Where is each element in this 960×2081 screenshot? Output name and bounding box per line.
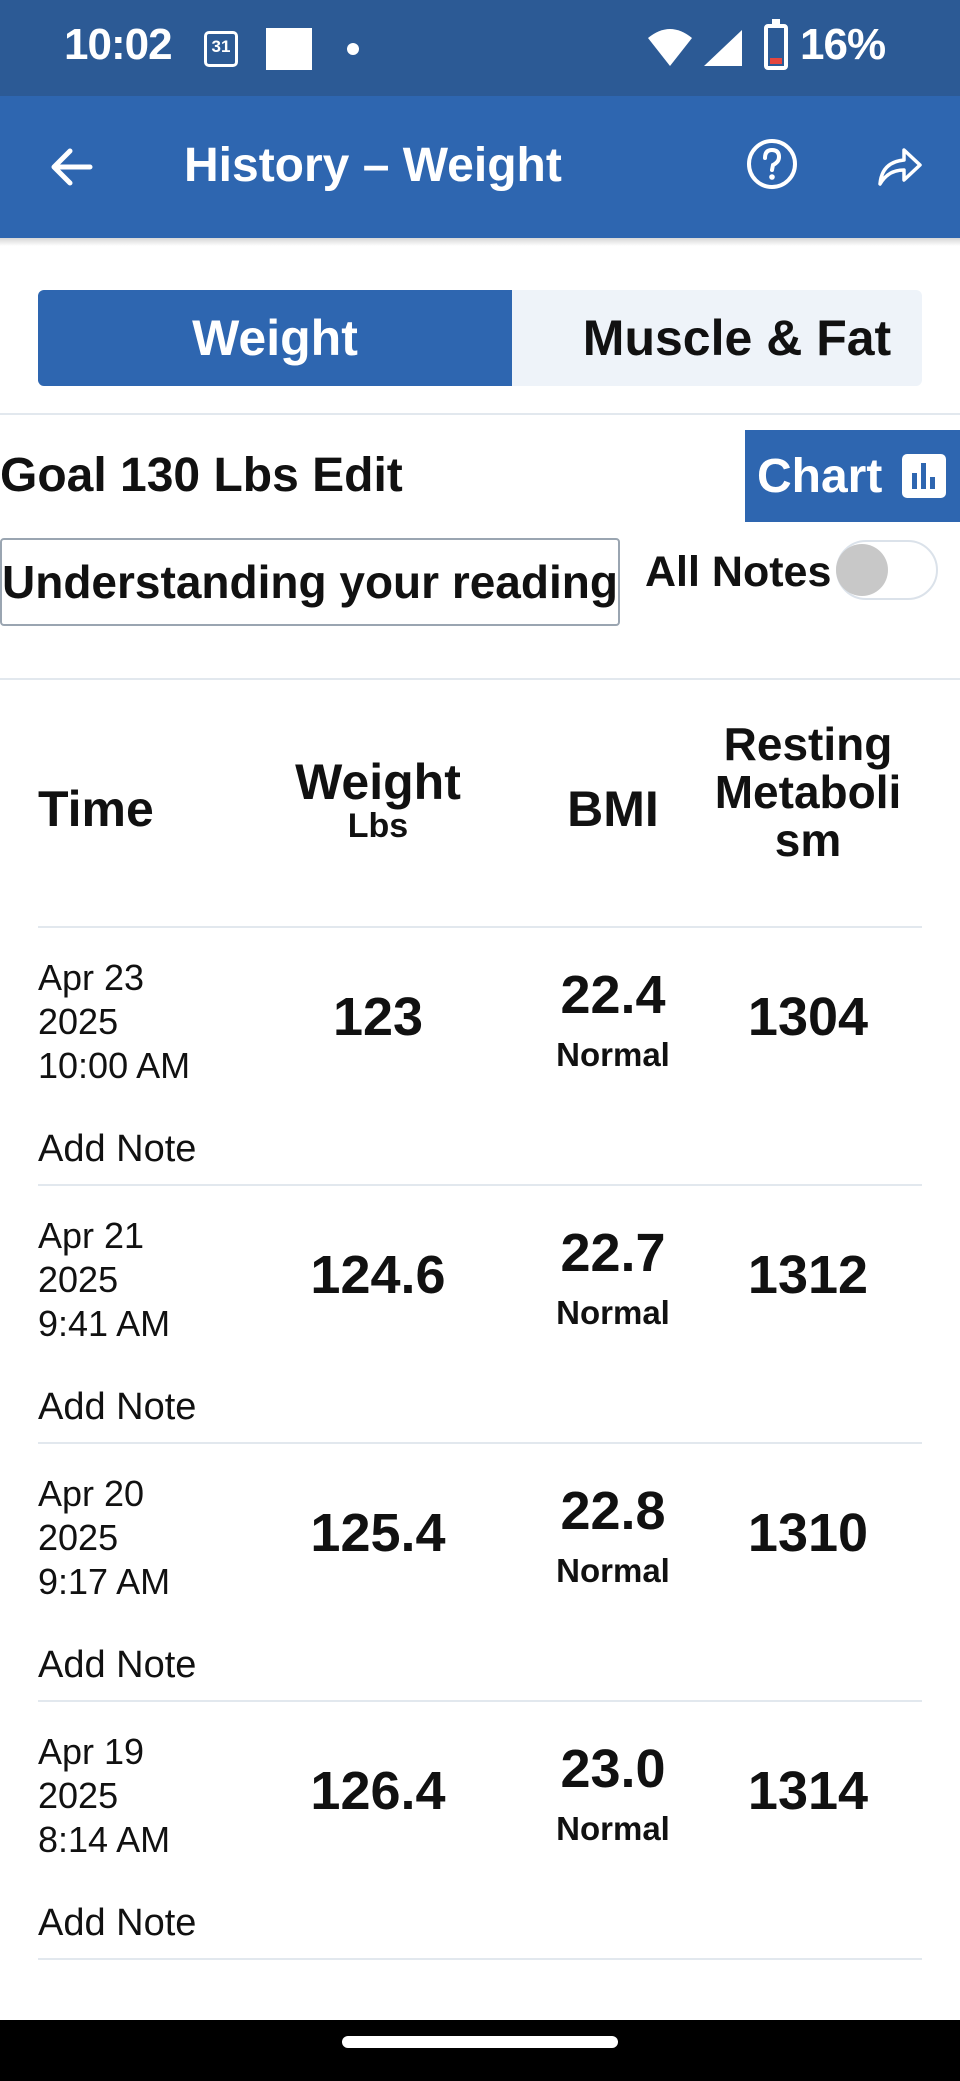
weight-value: 126.4 [310, 1761, 446, 1821]
table-row[interactable]: Apr 21 2025 9:41 AM 124.6 22.7 Normal 13… [0, 1186, 960, 1444]
weight-value: 124.6 [310, 1245, 446, 1305]
battery-percent: 16% [800, 20, 886, 69]
divider [0, 678, 960, 680]
tab-muscle-fat[interactable]: Muscle & Fat [512, 290, 922, 386]
all-notes-toggle[interactable] [836, 540, 938, 602]
wifi-icon [648, 29, 692, 66]
resting-metabolism-value: 1312 [747, 1245, 869, 1305]
reading-datetime: Apr 21 2025 9:41 AM [38, 1215, 171, 1344]
resting-metabolism-value: 1314 [747, 1761, 869, 1821]
add-note-link[interactable]: Add Note [38, 1128, 196, 1171]
resting-metabolism-value: 1310 [747, 1503, 869, 1563]
weight-header-label: Weight [295, 754, 461, 810]
chart-button-label: Chart [757, 449, 883, 503]
table-row[interactable]: Apr 19 2025 8:14 AM 126.4 23.0 Normal 13… [0, 1702, 960, 1960]
status-time: 10:02 [64, 20, 173, 69]
bar-chart-icon [902, 454, 946, 498]
reading-datetime: Apr 23 2025 10:00 AM [38, 957, 191, 1086]
more-notifications-dot-icon [347, 43, 359, 55]
system-navigation-bar [0, 2020, 960, 2081]
share-icon[interactable] [876, 144, 922, 188]
battery-icon [764, 19, 788, 70]
page-title: History – Weight [184, 139, 562, 192]
bmi-value: 22.8 [560, 1481, 666, 1541]
row-divider [38, 1958, 922, 1960]
bmi-status: Normal [556, 1036, 670, 1073]
bmi-status: Normal [556, 1810, 670, 1847]
bmi-status: Normal [556, 1294, 670, 1331]
status-bar: 10:02 31 16% [0, 0, 960, 96]
understanding-reading-button[interactable]: Understanding your reading [0, 538, 620, 626]
bmi-value: 22.7 [560, 1223, 666, 1283]
resting-metabolism-value: 1304 [747, 987, 869, 1047]
home-gesture-handle[interactable] [342, 2036, 618, 2048]
bmi-value: 22.4 [560, 965, 666, 1025]
column-header-bmi: BMI [567, 781, 659, 837]
toggle-knob [836, 544, 888, 596]
goal-edit-link[interactable]: Goal 130 Lbs Edit [0, 448, 403, 503]
weight-unit-label: Lbs [347, 807, 409, 845]
add-note-link[interactable]: Add Note [38, 1386, 196, 1429]
divider [0, 413, 960, 415]
app-bar: History – Weight [0, 96, 960, 238]
help-icon[interactable] [746, 138, 798, 190]
cell-signal-icon [704, 30, 742, 66]
column-header-time: Time [38, 781, 154, 837]
table-row[interactable]: Apr 23 2025 10:00 AM 123 22.4 Normal 130… [0, 928, 960, 1186]
calendar-notification-icon: 31 [204, 31, 238, 67]
column-header-resting-metabolism: Resting Metaboli sm [714, 718, 902, 866]
add-note-link[interactable]: Add Note [38, 1644, 196, 1687]
all-notes-label: All Notes [645, 548, 832, 596]
notification-square-icon [266, 28, 312, 70]
bmi-value: 23.0 [560, 1739, 666, 1799]
column-header-weight: Weight Lbs [280, 756, 476, 844]
segment-tabs: Weight Muscle & Fat [38, 290, 922, 386]
back-arrow-icon[interactable] [46, 142, 96, 192]
bmi-status: Normal [556, 1552, 670, 1589]
chart-button[interactable]: Chart [745, 430, 960, 522]
app-bar-shadow [0, 238, 960, 246]
table-row[interactable]: Apr 20 2025 9:17 AM 125.4 22.8 Normal 13… [0, 1444, 960, 1702]
reading-datetime: Apr 19 2025 8:14 AM [38, 1731, 171, 1860]
add-note-link[interactable]: Add Note [38, 1902, 196, 1945]
tab-weight[interactable]: Weight [38, 290, 512, 386]
reading-datetime: Apr 20 2025 9:17 AM [38, 1473, 171, 1602]
weight-value: 123 [332, 987, 424, 1047]
weight-value: 125.4 [310, 1503, 446, 1563]
